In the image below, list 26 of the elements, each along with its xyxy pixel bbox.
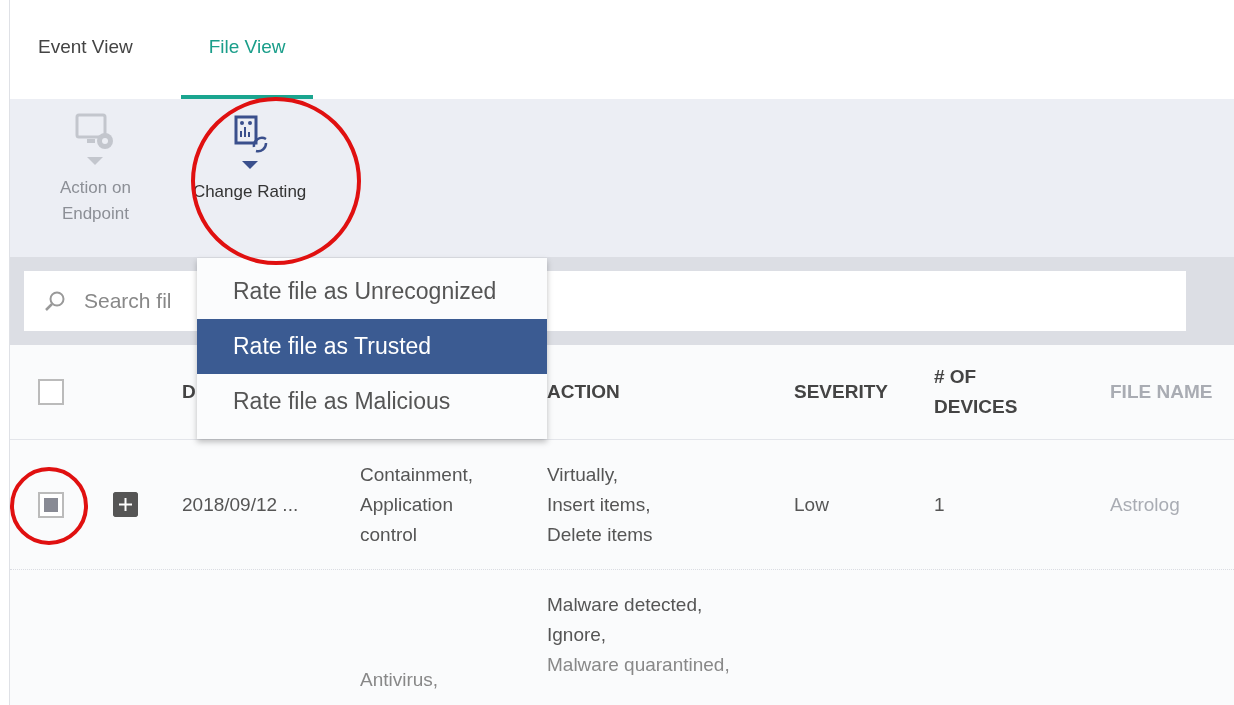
action-text: Delete items <box>547 522 654 547</box>
column-header[interactable]: # OF DEVICES <box>934 362 1110 422</box>
device-count: 1 <box>934 493 945 515</box>
menu-item[interactable]: Rate file as Trusted <box>197 319 547 374</box>
caret-icon <box>87 157 104 165</box>
detection-text: Antivirus, <box>360 669 439 690</box>
detection-text: Containment, Application control <box>360 463 473 545</box>
action-text: Malware quarantined, <box>547 653 731 677</box>
checkbox[interactable] <box>38 379 64 405</box>
severity-text: Low <box>794 493 829 515</box>
column-header[interactable]: SEVERITY <box>794 377 934 407</box>
change-rating-button[interactable]: Change Rating <box>192 113 307 257</box>
action-text: Ignore, <box>547 623 608 647</box>
row-checkbox[interactable] <box>38 491 64 518</box>
menu-item[interactable]: Rate file as Malicious <box>197 374 547 429</box>
file-name: Astrolog <box>1110 493 1180 515</box>
monitor-gear-icon <box>75 113 116 151</box>
caret-icon <box>241 161 258 169</box>
search-icon <box>44 290 66 312</box>
column-header[interactable]: ACTION <box>547 377 794 407</box>
action-text: Virtually, <box>547 462 620 487</box>
action-text: Insert items, <box>547 492 652 517</box>
date-text: 2018/09/12 ... <box>182 493 299 515</box>
tab[interactable]: Event View <box>10 0 161 99</box>
action-text: Malware detected, <box>547 593 704 617</box>
plus-icon[interactable] <box>113 492 138 518</box>
